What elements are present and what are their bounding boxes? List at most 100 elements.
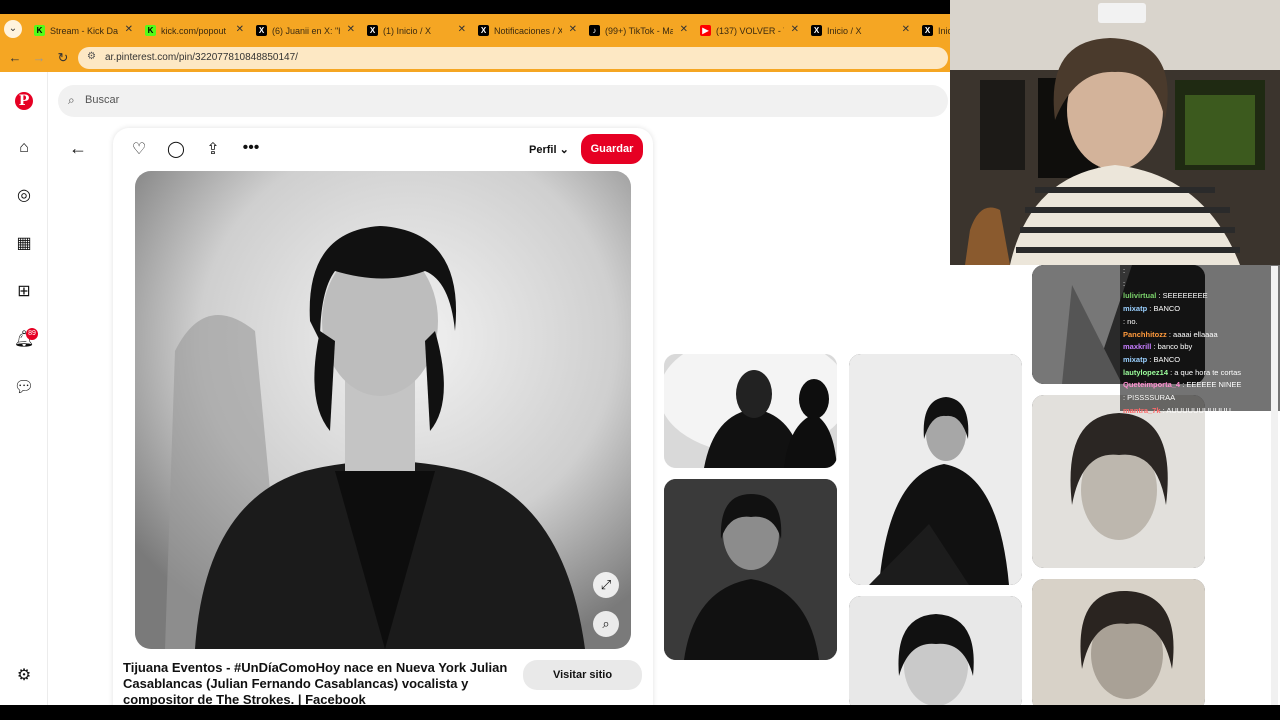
close-tab-icon[interactable]: ✕ xyxy=(569,18,577,42)
chat-username[interactable]: lulivirtual xyxy=(1123,291,1156,300)
chat-username[interactable]: mixatp xyxy=(1123,304,1147,313)
close-tab-icon[interactable]: ✕ xyxy=(347,18,355,42)
messages-icon[interactable]: 💬︎ xyxy=(13,377,35,399)
photo-seated xyxy=(849,354,1022,585)
webcam-feed xyxy=(950,0,1280,265)
chat-message: lautylopez14 : a que hora te cortas xyxy=(1123,368,1241,378)
chat-message: : xyxy=(1123,266,1125,276)
photo-two-people xyxy=(664,354,837,468)
home-icon[interactable]: ⌂ xyxy=(13,137,35,159)
browser-tab[interactable]: K Stream - Kick Das ✕ xyxy=(28,18,139,42)
chevron-down-icon: ⌄ xyxy=(559,144,569,156)
pin-image[interactable] xyxy=(135,171,631,649)
browser-tab[interactable]: XInici xyxy=(916,18,950,42)
browser-tab[interactable]: X (1) Inicio / X ✕ xyxy=(361,18,472,42)
back-button[interactable]: ← xyxy=(69,138,87,159)
create-icon[interactable]: ⊞ xyxy=(13,281,35,303)
browser-tab[interactable]: ♪ (99+) TikTok - Ma ✕ xyxy=(583,18,694,42)
chat-text: PISSSSURAA xyxy=(1127,393,1176,402)
chat-text: AUUUUUUUUUUU xyxy=(1166,405,1231,415)
forward-arrow-icon[interactable]: → xyxy=(31,50,47,66)
chat-message: maxkrill : banco bby xyxy=(1123,342,1192,352)
search-input[interactable]: ⌕ Buscar xyxy=(58,85,948,117)
chat-message: : PISSSSURAA xyxy=(1123,393,1175,403)
chat-username[interactable]: mixatp xyxy=(1123,355,1147,364)
chat-message: mixatp : BANCO xyxy=(1123,355,1180,365)
browser-tab[interactable]: X Notificaciones / X ✕ xyxy=(472,18,583,42)
expand-icon[interactable]: ⤢ xyxy=(593,572,619,598)
visit-site-button[interactable]: Visitar sitio xyxy=(523,660,642,690)
explore-icon[interactable]: ◎ xyxy=(13,185,35,207)
chat-username[interactable]: Panchhitozz xyxy=(1123,330,1167,339)
pin-title[interactable]: Tijuana Eventos - #UnDíaComoHoy nace en … xyxy=(123,660,513,708)
chat-message: mantra_7k : AUUUUUUUUUUU xyxy=(1123,406,1231,416)
share-icon[interactable]: ⇪ xyxy=(202,139,224,159)
youtube-icon: ▶ xyxy=(700,25,711,37)
chat-text: aaaai ellaaaa xyxy=(1173,329,1218,339)
close-tab-icon[interactable]: ✕ xyxy=(791,18,799,42)
screen: ⌄ K Stream - Kick Das ✕ Kkick.com/popout ✕ … xyxy=(0,0,1280,720)
profile-dropdown[interactable]: Perfil ⌄ xyxy=(529,143,569,156)
chat-username[interactable]: lautylopez14 xyxy=(1123,368,1168,377)
chat-message: Queteimporta_4 : EEEEEE NINEE xyxy=(1123,380,1241,390)
kick-icon: K xyxy=(145,25,156,37)
chat-separator: : xyxy=(1123,278,1126,288)
url-field[interactable]: ⚙ ar.pinterest.com/pin/32207781084885014… xyxy=(78,47,948,69)
settings-icon[interactable]: ⚙ xyxy=(13,665,35,687)
related-pin-image[interactable] xyxy=(1032,579,1205,711)
browser-tab[interactable]: X Inicio / X ✕ xyxy=(805,18,916,42)
chat-message: mixatp : BANCO xyxy=(1123,304,1180,314)
chat-message: : xyxy=(1123,279,1125,289)
related-pin-image[interactable] xyxy=(664,479,837,660)
boards-icon[interactable]: ▦ xyxy=(13,233,35,255)
photo-portrait xyxy=(664,479,837,660)
tiktok-icon: ♪ xyxy=(589,25,600,37)
reload-icon[interactable]: ↻ xyxy=(55,50,71,66)
site-info-icon[interactable]: ⚙ xyxy=(87,51,96,62)
x-icon: X xyxy=(922,25,933,37)
chat-text: BANCO xyxy=(1153,354,1181,364)
chat-text: a que hora te cortas xyxy=(1174,367,1241,377)
photo-sepia xyxy=(1032,579,1205,711)
notification-count-badge: 89 xyxy=(26,328,38,340)
related-pin-image[interactable] xyxy=(849,596,1022,711)
chat-text: banco bby xyxy=(1157,342,1193,352)
close-tab-icon[interactable]: ✕ xyxy=(902,18,910,42)
x-icon: X xyxy=(367,25,378,37)
comment-icon[interactable]: ◯ xyxy=(165,139,187,159)
related-pin-image[interactable] xyxy=(664,354,837,468)
pinterest-logo-icon[interactable]: P xyxy=(15,92,33,110)
x-icon: X xyxy=(811,25,822,37)
chat-username[interactable]: maxkrill xyxy=(1123,342,1151,351)
visual-search-icon[interactable]: ⌕ xyxy=(593,611,619,637)
heart-icon[interactable]: ♡ xyxy=(128,139,150,159)
close-tab-icon[interactable]: ✕ xyxy=(680,18,688,42)
x-icon: X xyxy=(478,25,489,37)
chat-separator: : xyxy=(1123,266,1126,275)
more-options-icon[interactable]: ••• xyxy=(240,139,262,157)
chat-text: BANCO xyxy=(1153,304,1181,314)
chat-username[interactable]: mantra_7k xyxy=(1123,406,1161,415)
webcam-overlay xyxy=(950,0,1280,265)
search-icon: ⌕ xyxy=(68,93,75,107)
photo-closeup xyxy=(849,596,1022,711)
portrait-photo xyxy=(135,171,631,649)
tab-search-chevron-icon[interactable]: ⌄ xyxy=(4,20,22,38)
save-button[interactable]: Guardar xyxy=(581,134,643,164)
chat-text: SEEEEEEEE xyxy=(1162,291,1208,301)
close-tab-icon[interactable]: ✕ xyxy=(125,18,133,42)
related-pin-image[interactable] xyxy=(1032,395,1205,568)
browser-tab[interactable]: ▶(137) VOLVER - Te✕ xyxy=(694,18,805,42)
kick-icon: K xyxy=(34,25,45,37)
chat-username[interactable]: Queteimporta_4 xyxy=(1123,380,1180,389)
close-tab-icon[interactable]: ✕ xyxy=(236,18,244,42)
chat-message: lulivirtual : SEEEEEEEE xyxy=(1123,291,1208,301)
photo-face xyxy=(1032,395,1205,568)
close-tab-icon[interactable]: ✕ xyxy=(458,18,466,42)
related-pin-image[interactable] xyxy=(849,354,1022,585)
browser-tab[interactable]: Kkick.com/popout ✕ xyxy=(139,18,250,42)
bottom-bezel xyxy=(0,705,1280,720)
browser-tab[interactable]: X (6) Juanii en X: "h ✕ xyxy=(250,18,361,42)
back-arrow-icon[interactable]: ← xyxy=(7,50,23,66)
scrollbar[interactable] xyxy=(1271,266,1278,706)
